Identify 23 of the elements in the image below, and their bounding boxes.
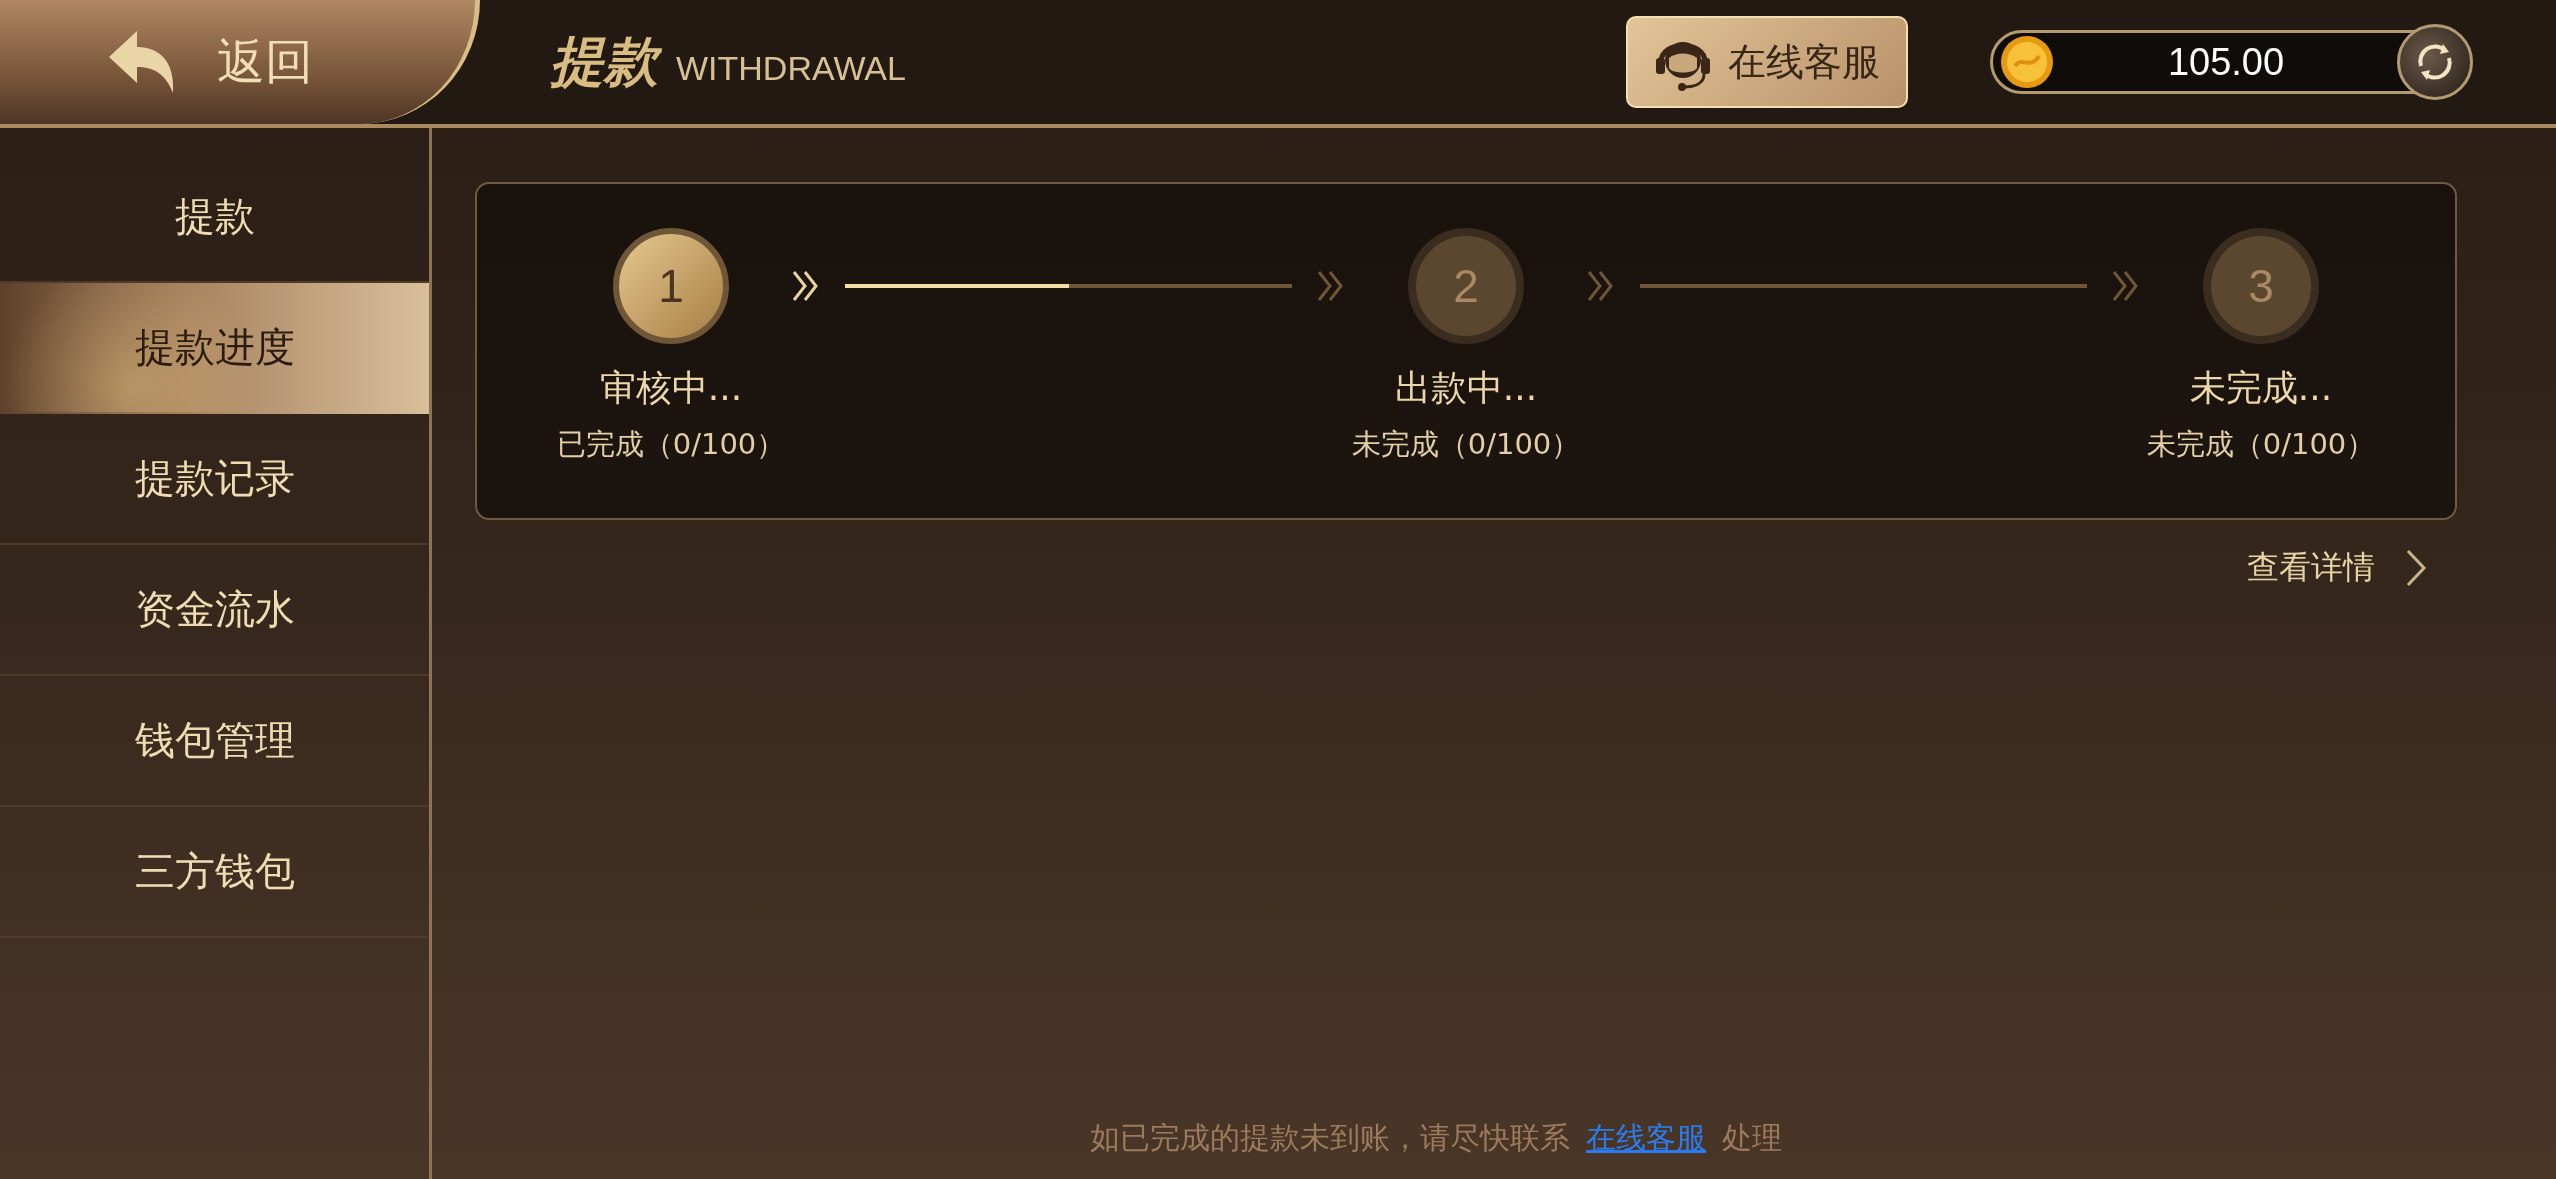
- sidebar-item[interactable]: 钱包管理: [0, 676, 429, 807]
- back-button[interactable]: 返回: [0, 0, 480, 124]
- step-label: 审核中...: [599, 366, 743, 410]
- sidebar-item[interactable]: 资金流水: [0, 545, 429, 676]
- sidebar-item[interactable]: 提款进度: [0, 283, 429, 414]
- balance-amount: 105.00: [2166, 40, 2286, 84]
- step-status: 未完成（0/100）: [2146, 426, 2376, 463]
- step-number: 1: [613, 228, 729, 344]
- sidebar-item[interactable]: 提款: [0, 152, 429, 283]
- footer-note: 如已完成的提款未到账，请尽快联系 在线客服 处理: [1090, 1119, 1782, 1157]
- chevron-right-icon: [2405, 548, 2427, 588]
- step-status: 未完成（0/100）: [1351, 426, 1581, 463]
- step-label: 出款中...: [1394, 366, 1538, 410]
- step-label: 未完成...: [2189, 366, 2333, 410]
- customer-service-button[interactable]: 在线客服: [1626, 16, 1908, 108]
- step-number: 2: [1408, 228, 1524, 344]
- page-subtitle: WITHDRAWAL: [676, 48, 906, 88]
- sidebar-item[interactable]: 三方钱包: [0, 807, 429, 938]
- step-status: 已完成（0/100）: [556, 426, 786, 463]
- details-link[interactable]: 查看详情: [2247, 546, 2427, 590]
- sidebar-item[interactable]: 提款记录: [0, 414, 429, 545]
- coin-icon: [1999, 34, 2055, 90]
- step-number: 3: [2203, 228, 2319, 344]
